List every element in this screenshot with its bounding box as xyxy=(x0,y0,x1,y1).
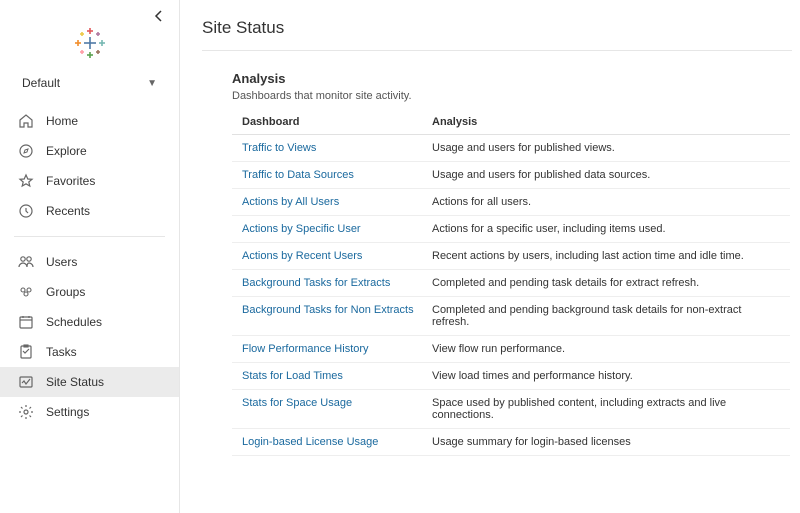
dashboard-link[interactable]: Background Tasks for Extracts xyxy=(242,277,432,289)
caret-down-icon: ▼ xyxy=(147,78,157,89)
dashboard-link[interactable]: Actions by All Users xyxy=(242,196,432,208)
tableau-logo-icon xyxy=(75,28,105,58)
dashboard-link[interactable]: Stats for Load Times xyxy=(242,370,432,382)
status-icon xyxy=(18,374,34,390)
sidebar-item-recents[interactable]: Recents xyxy=(0,196,179,226)
table-row: Traffic to Data SourcesUsage and users f… xyxy=(232,162,790,189)
sidebar-item-label: Site Status xyxy=(46,375,104,389)
sidebar-divider xyxy=(14,236,165,237)
sidebar-item-schedules[interactable]: Schedules xyxy=(0,307,179,337)
dashboard-link[interactable]: Actions by Recent Users xyxy=(242,250,432,262)
table-row: Background Tasks for ExtractsCompleted a… xyxy=(232,270,790,297)
dashboard-description: Completed and pending task details for e… xyxy=(432,277,780,289)
sidebar-item-home[interactable]: Home xyxy=(0,106,179,136)
table-row: Actions by Specific UserActions for a sp… xyxy=(232,216,790,243)
sidebar-item-label: Settings xyxy=(46,405,89,419)
sidebar-item-label: Home xyxy=(46,114,78,128)
nav-section-primary: Home Explore Favorites Recents xyxy=(0,102,179,230)
dashboard-description: Recent actions by users, including last … xyxy=(432,250,780,262)
dashboard-description: Usage and users for published data sourc… xyxy=(432,169,780,181)
nav-section-admin: Users Groups Schedules Tasks Site Status… xyxy=(0,243,179,431)
dashboard-description: Space used by published content, includi… xyxy=(432,397,780,421)
compass-icon xyxy=(18,143,34,159)
groups-icon xyxy=(18,284,34,300)
sidebar-item-label: Recents xyxy=(46,204,90,218)
table-row: Actions by Recent UsersRecent actions by… xyxy=(232,243,790,270)
dashboard-description: Actions for all users. xyxy=(432,196,780,208)
dashboards-table: Dashboard Analysis Traffic to ViewsUsage… xyxy=(232,110,790,456)
sidebar-item-label: Favorites xyxy=(46,174,95,188)
dashboard-description: View load times and performance history. xyxy=(432,370,780,382)
dashboard-description: Usage and users for published views. xyxy=(432,142,780,154)
table-row: Background Tasks for Non ExtractsComplet… xyxy=(232,297,790,336)
dashboard-link[interactable]: Traffic to Views xyxy=(242,142,432,154)
sidebar: Default ▼ Home Explore Favorites Recents… xyxy=(0,0,180,513)
dashboard-description: Actions for a specific user, including i… xyxy=(432,223,780,235)
dashboard-link[interactable]: Actions by Specific User xyxy=(242,223,432,235)
sidebar-item-label: Users xyxy=(46,255,77,269)
sidebar-item-explore[interactable]: Explore xyxy=(0,136,179,166)
chevron-left-icon xyxy=(151,8,167,24)
sidebar-item-label: Schedules xyxy=(46,315,102,329)
site-label: Default xyxy=(22,76,60,90)
table-row: Stats for Space UsageSpace used by publi… xyxy=(232,390,790,429)
tasks-icon xyxy=(18,344,34,360)
home-icon xyxy=(18,113,34,129)
section-title: Analysis xyxy=(232,71,800,86)
site-selector[interactable]: Default ▼ xyxy=(0,68,179,102)
sidebar-item-label: Explore xyxy=(46,144,87,158)
page-title: Site Status xyxy=(202,18,792,51)
dashboard-description: Usage summary for login-based licenses xyxy=(432,436,780,448)
sidebar-item-users[interactable]: Users xyxy=(0,247,179,277)
dashboard-link[interactable]: Traffic to Data Sources xyxy=(242,169,432,181)
sidebar-item-label: Groups xyxy=(46,285,85,299)
dashboard-link[interactable]: Login-based License Usage xyxy=(242,436,432,448)
sidebar-item-favorites[interactable]: Favorites xyxy=(0,166,179,196)
sidebar-item-site-status[interactable]: Site Status xyxy=(0,367,179,397)
table-row: Actions by All UsersActions for all user… xyxy=(232,189,790,216)
table-row: Flow Performance HistoryView flow run pe… xyxy=(232,336,790,363)
sidebar-item-groups[interactable]: Groups xyxy=(0,277,179,307)
sidebar-item-tasks[interactable]: Tasks xyxy=(0,337,179,367)
table-row: Login-based License UsageUsage summary f… xyxy=(232,429,790,456)
table-row: Stats for Load TimesView load times and … xyxy=(232,363,790,390)
column-header-dashboard: Dashboard xyxy=(242,116,432,128)
sidebar-item-settings[interactable]: Settings xyxy=(0,397,179,427)
table-header: Dashboard Analysis xyxy=(232,110,790,135)
dashboard-link[interactable]: Stats for Space Usage xyxy=(242,397,432,409)
users-icon xyxy=(18,254,34,270)
dashboard-description: Completed and pending background task de… xyxy=(432,304,780,328)
column-header-analysis: Analysis xyxy=(432,116,780,128)
star-icon xyxy=(18,173,34,189)
dashboard-description: View flow run performance. xyxy=(432,343,780,355)
main-content: Site Status Analysis Dashboards that mon… xyxy=(180,0,800,513)
gear-icon xyxy=(18,404,34,420)
sidebar-item-label: Tasks xyxy=(46,345,77,359)
table-row: Traffic to ViewsUsage and users for publ… xyxy=(232,135,790,162)
section-description: Dashboards that monitor site activity. xyxy=(232,90,800,102)
clock-icon xyxy=(18,203,34,219)
calendar-icon xyxy=(18,314,34,330)
dashboard-link[interactable]: Flow Performance History xyxy=(242,343,432,355)
dashboard-link[interactable]: Background Tasks for Non Extracts xyxy=(242,304,432,316)
collapse-sidebar-button[interactable] xyxy=(151,8,167,24)
